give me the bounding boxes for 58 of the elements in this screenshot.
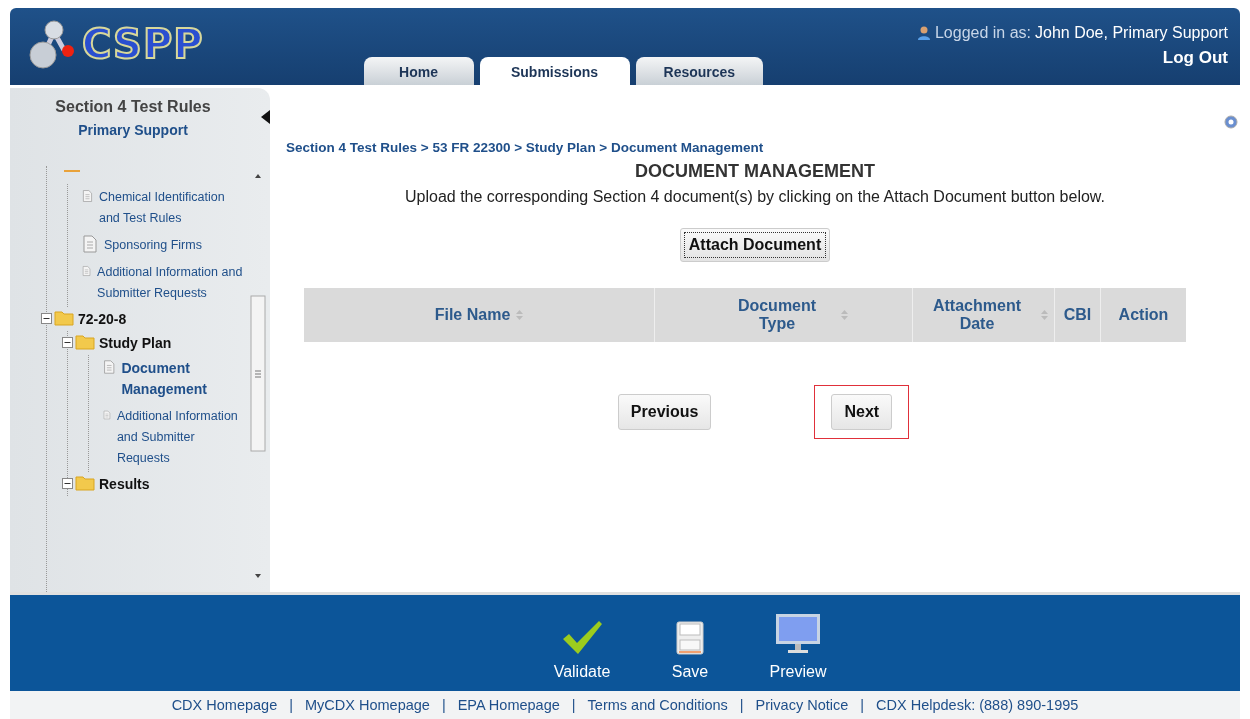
toolbar-button[interactable]: Save xyxy=(655,595,725,691)
footer-link[interactable]: MyCDX Homepage xyxy=(305,697,430,713)
footer-link[interactable]: EPA Homepage xyxy=(457,697,560,713)
column-header[interactable]: Action xyxy=(1118,306,1169,324)
nav-tab[interactable]: Resources xyxy=(635,57,764,85)
tree-item[interactable]: Sponsoring Firms xyxy=(100,235,202,256)
separator: | xyxy=(739,697,744,713)
document-icon xyxy=(82,235,98,253)
tree-item[interactable]: Document Management xyxy=(117,358,244,400)
save-icon xyxy=(676,621,704,655)
user-icon xyxy=(916,26,931,40)
footer-link[interactable]: Privacy Notice xyxy=(755,697,849,713)
page-title: DOCUMENT MANAGEMENT xyxy=(635,161,875,182)
toolbar-button[interactable]: Preview xyxy=(763,595,833,691)
collapse-icon[interactable] xyxy=(41,313,52,324)
column-header[interactable]: Document Type xyxy=(719,297,835,333)
separator: | xyxy=(571,697,576,713)
instruction-text: Upload the corresponding Section 4 document(s) by clicking on the Attach Document button below. xyxy=(405,188,1105,206)
nav-tab[interactable]: Submissions xyxy=(479,57,630,85)
user-name: John Doe, Primary Support xyxy=(1035,24,1228,42)
column-header[interactable]: Attachment Date xyxy=(919,297,1035,333)
collapse-icon[interactable] xyxy=(62,478,73,489)
collapse-arrow-icon[interactable] xyxy=(261,110,270,124)
nav-tab[interactable]: Home xyxy=(363,57,474,85)
document-icon xyxy=(82,187,93,205)
tree-item[interactable]: Chemical Identification and Test Rules xyxy=(94,187,244,229)
separator: | xyxy=(289,697,293,713)
help-icon[interactable] xyxy=(1224,115,1238,129)
separator: | xyxy=(860,697,865,713)
document-icon xyxy=(103,358,116,376)
tree-folder[interactable]: Study Plan xyxy=(99,334,172,352)
footer-link[interactable]: Terms and Conditions xyxy=(587,697,728,713)
collapse-icon[interactable] xyxy=(62,337,73,348)
tree-item[interactable]: Additional Information and Submitter Requests xyxy=(93,262,244,304)
separator: | xyxy=(441,697,446,713)
tree-folder[interactable]: Results xyxy=(99,475,150,493)
folder-icon xyxy=(75,334,95,350)
tree-dash-mark xyxy=(64,170,80,172)
column-header[interactable]: File Name xyxy=(434,306,511,324)
footer-link[interactable]: CDX Homepage xyxy=(171,697,278,713)
folder-icon xyxy=(54,310,74,326)
footer-link[interactable]: CDX Helpdesk: (888) 890-1995 xyxy=(876,697,1079,713)
logo-text: CSPP xyxy=(82,21,204,67)
folder-icon xyxy=(75,475,95,491)
monitor-icon xyxy=(775,613,821,655)
toolbar-button[interactable]: Validate xyxy=(547,595,617,691)
logout-link[interactable]: Log Out xyxy=(1162,48,1228,68)
attach-document-button[interactable]: Attach Document xyxy=(679,228,831,262)
login-label: Logged in as: xyxy=(934,24,1031,42)
nav-button[interactable]: Next xyxy=(831,394,893,430)
nav-button[interactable]: Previous xyxy=(617,394,712,430)
sidebar-title: Section 4 Test Rules xyxy=(54,97,212,116)
tree-folder[interactable]: 72-20-8 xyxy=(78,310,127,328)
checkmark-icon xyxy=(561,619,603,655)
breadcrumb: Section 4 Test Rules > 53 FR 22300 > Study Plan > Document Management xyxy=(286,140,764,155)
column-header[interactable]: CBI xyxy=(1063,306,1092,324)
sidebar-subtitle: Primary Support xyxy=(77,122,189,138)
tree-item[interactable]: Additional Information and Submitter Requests xyxy=(112,406,244,469)
